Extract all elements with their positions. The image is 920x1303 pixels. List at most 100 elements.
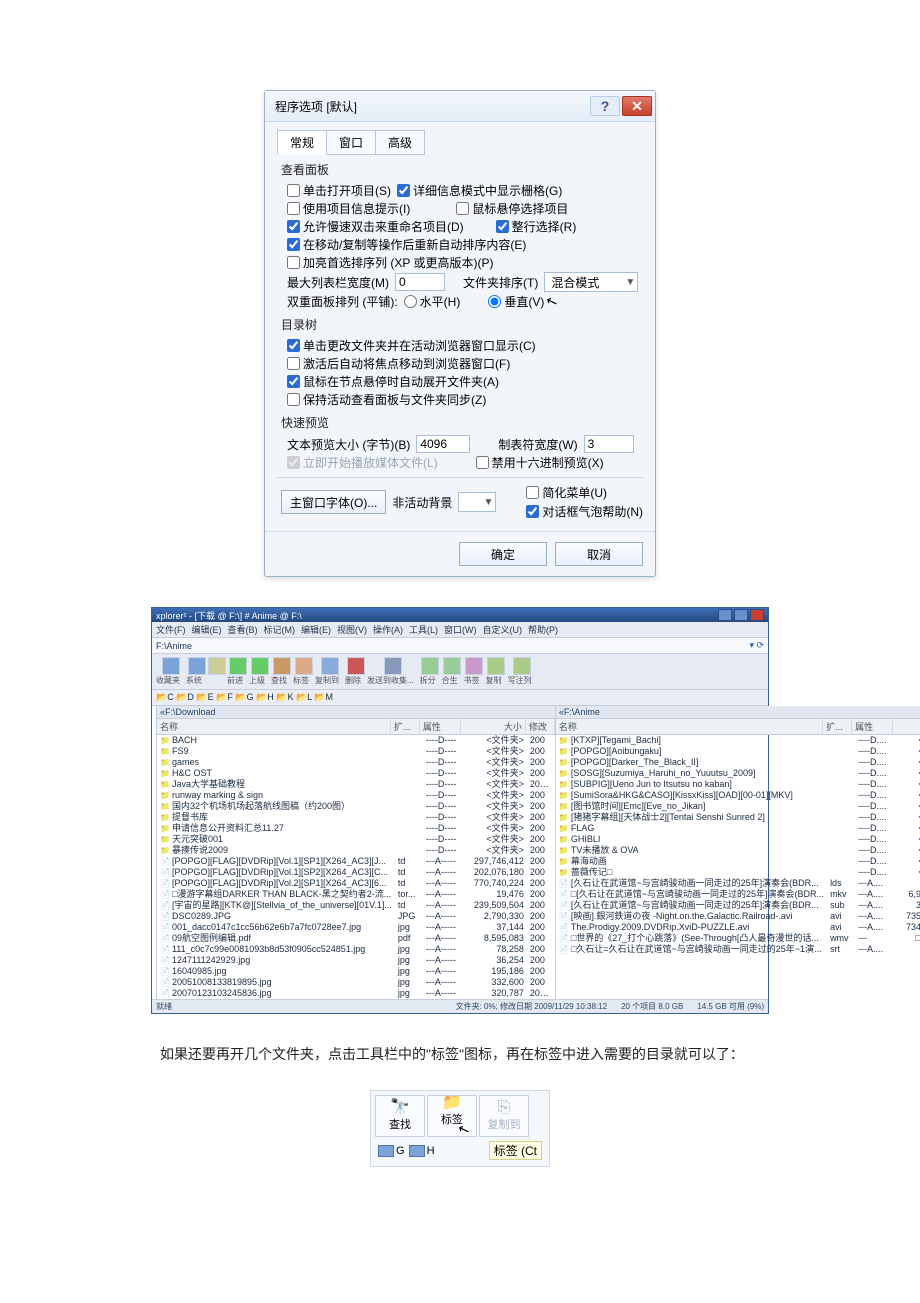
right-pane-header[interactable]: 名称 扩... 属性 大小 修改 [556, 719, 920, 735]
chk-tree-focus-activate[interactable]: 激活后自动将焦点移动到浏览器窗口(F) [287, 355, 510, 372]
tab-general[interactable]: 常规 [277, 130, 327, 155]
toolbar-button[interactable] [273, 657, 291, 675]
table-row[interactable]: 申请信息公开资料汇总11.27----D----<文件夹>200 [157, 823, 555, 834]
table-row[interactable]: 001_dacc0147c1cc56b62e6b7a7fc0728ee7.jpg… [157, 922, 555, 933]
menu-item[interactable]: 查看(B) [228, 625, 258, 635]
chk-highlight-first-col[interactable]: 加亮首选排序列 (XP 或更高版本)(P) [287, 254, 493, 271]
help-icon[interactable]: ? [590, 96, 620, 116]
table-row[interactable]: □漫游字幕组DARKER THAN BLACK-黑之契约者2-流...tor..… [157, 889, 555, 900]
table-row[interactable]: [宇宙的星路][KTK@][Stellvia_of_the_universe][… [157, 900, 555, 911]
btn-find[interactable]: 🔭 查找 [375, 1095, 425, 1137]
toolbar-button[interactable] [384, 657, 402, 675]
menu-item[interactable]: 自定义(U) [483, 625, 523, 635]
dropdown-icon[interactable]: ▾ ⟳ [749, 640, 764, 651]
table-row[interactable]: GHIBLI----D....<文件夹>200 [556, 834, 920, 845]
table-row[interactable]: 09航空图例编辑.pdfpdf---A-----8,595,083200 [157, 933, 555, 944]
left-pane-header[interactable]: 名称 扩... 属性 大小 修改 [157, 719, 555, 735]
input-text-preview-size[interactable] [416, 435, 470, 453]
table-row[interactable]: 20070123103245836.jpgjpg---A-----320,787… [157, 988, 555, 999]
table-row[interactable]: TV未播放 & OVA----D....<文件夹>200 [556, 845, 920, 856]
table-row[interactable]: [POPGO][FLAG][DVDRip][Vol.1][SP2][X264_A… [157, 867, 555, 878]
table-row[interactable]: 1247111242929.jpgjpg---A-----36,254200 [157, 955, 555, 966]
table-row[interactable]: BACH----D----<文件夹>200 [157, 735, 555, 746]
table-row[interactable]: 111_c0c7c99e0081093b8d53f0905cc524851.jp… [157, 944, 555, 955]
toolbar-button[interactable] [443, 657, 461, 675]
table-row[interactable]: [POPGO][Darker_The_Black_II]----D....<文件… [556, 757, 920, 768]
table-row[interactable]: 提督书库----D----<文件夹>200 [157, 812, 555, 823]
fm-address-path[interactable]: F:\Anime [156, 641, 192, 651]
table-row[interactable]: □久石让=久石让在武道馆~与宫崎骏动画一同走过的25年~1演...srt---A… [556, 944, 920, 955]
toolbar-button[interactable] [208, 657, 226, 675]
toolbar-button[interactable] [251, 657, 269, 675]
close-icon[interactable]: ✕ [622, 96, 652, 116]
menu-item[interactable]: 标记(M) [264, 625, 296, 635]
input-tab-width[interactable] [584, 435, 634, 453]
chk-balloon-help[interactable]: 对话框气泡帮助(N) [526, 503, 643, 520]
toolbar-button[interactable] [321, 657, 339, 675]
table-row[interactable]: [SOSG][Suzumiya_Haruhi_no_Yuuutsu_2009]-… [556, 768, 920, 779]
table-row[interactable]: runway marking & sign----D----<文件夹>200 [157, 790, 555, 801]
btn-ok[interactable]: 确定 [459, 542, 547, 566]
table-row[interactable]: [POPGO][FLAG][DVDRip][Vol.2][SP1][X264_A… [157, 878, 555, 889]
toolbar-button[interactable] [421, 657, 439, 675]
toolbar-button[interactable] [162, 657, 180, 675]
btn-cancel[interactable]: 取消 [555, 542, 643, 566]
table-row[interactable]: [POPGO][Aoibungaku]----D....<文件夹>200 [556, 746, 920, 757]
fm-drive-bar[interactable]: 📂C 📂D 📂E 📂F 📂G 📂H 📂K 📂L 📂M [152, 690, 768, 706]
combo-folder-sort[interactable]: 混合模式 ▼ [544, 272, 638, 292]
table-row[interactable]: DSC0289.JPGJPG---A-----2,790,330200 [157, 911, 555, 922]
table-row[interactable]: [映画].銀河鉄道の夜 -Night.on.the.Galactic.Railr… [556, 911, 920, 922]
menu-item[interactable]: 编辑(E) [192, 625, 222, 635]
combo-inactive-bg[interactable]: ▼ [458, 492, 496, 512]
chk-full-row-select[interactable]: 整行选择(R) [496, 218, 577, 235]
maximize-icon[interactable] [734, 609, 748, 621]
table-row[interactable]: 国内32个机场机场起落航线图稿（约200图）----D----<文件夹>200 [157, 801, 555, 812]
chk-detail-grid[interactable]: 详细信息模式中显示栅格(G) [397, 182, 562, 199]
drive-h[interactable]: H [409, 1145, 435, 1157]
table-row[interactable]: 幕海动画----D....<文件夹>200 [556, 856, 920, 867]
tab-advanced[interactable]: 高级 [376, 130, 425, 155]
right-pane-tab[interactable]: «F:\Anime [556, 706, 920, 719]
table-row[interactable]: [SumiSora&HKG&CASO][KissxKiss][OAD][00-0… [556, 790, 920, 801]
table-row[interactable]: H&C OST----D----<文件夹>200 [157, 768, 555, 779]
menu-item[interactable]: 编辑(E) [301, 625, 331, 635]
table-row[interactable]: 天元突破001----D----<文件夹>200 [157, 834, 555, 845]
chk-slow-dbl-rename[interactable]: 允许慢速双击来重命名项目(D) [287, 218, 464, 235]
table-row[interactable]: [SUBPIG][Ueno Juri to Itsutsu no kaban]-… [556, 779, 920, 790]
table-row[interactable]: [KTXP][Tegami_Bachi]----D....<文件夹>200 [556, 735, 920, 746]
table-row[interactable]: □[久石让在武道馆~与宫崎骏动画一同走过的25年]演奏会(BDR...mkv--… [556, 889, 920, 900]
tab-window[interactable]: 窗口 [327, 130, 376, 155]
table-row[interactable]: Java大学基础教程----D----<文件夹>200 F [157, 779, 555, 790]
table-row[interactable]: The.Prodigy.2009.DVDRip.XviD-PUZZLE.avia… [556, 922, 920, 933]
toolbar-button[interactable] [487, 657, 505, 675]
chk-tree-click-change[interactable]: 单击更改文件夹并在活动浏览器窗口显示(C) [287, 337, 536, 354]
table-row[interactable]: FS9----D----<文件夹>200 [157, 746, 555, 757]
menu-item[interactable]: 文件(F) [156, 625, 186, 635]
input-max-col-width[interactable] [395, 273, 445, 291]
toolbar-button[interactable] [513, 657, 531, 675]
btn-copy-to[interactable]: ⎘ 复制到 [479, 1095, 529, 1137]
btn-tabs[interactable]: 📁 标签 ↖ [427, 1095, 477, 1137]
toolbar-button[interactable] [188, 657, 206, 675]
minimize-icon[interactable] [718, 609, 732, 621]
table-row[interactable]: [猪猪字幕组][天体战士2][Tentai Senshi Sunred 2]--… [556, 812, 920, 823]
table-row[interactable]: games----D----<文件夹>200 [157, 757, 555, 768]
toolbar-button[interactable] [347, 657, 365, 675]
table-row[interactable]: 20051008133819895.jpgjpg---A-----332,600… [157, 977, 555, 988]
table-row[interactable]: [久石让在武道馆~与宫崎骏动画一同走过的25年]演奏会(BDR...sub---… [556, 900, 920, 911]
chk-tree-auto-expand[interactable]: 鼠标在节点悬停时自动展开文件夹(A) [287, 373, 499, 390]
chk-disable-hex[interactable]: 禁用十六进制预览(X) [476, 454, 604, 471]
toolbar-button[interactable] [229, 657, 247, 675]
chk-play-media-now[interactable]: 立即开始播放媒体文件(L) [287, 454, 438, 471]
table-row[interactable]: [POPGO][FLAG][DVDRip][Vol.1][SP1][X264_A… [157, 856, 555, 867]
table-row[interactable]: 16040985.jpgjpg---A-----195,186200 [157, 966, 555, 977]
chk-single-click-open[interactable]: 单击打开项目(S) [287, 182, 391, 199]
menu-item[interactable]: 工具(L) [409, 625, 438, 635]
left-pane-tab[interactable]: «F:\Download [157, 706, 555, 719]
chk-hover-select[interactable]: 鼠标悬停选择项目 [456, 200, 568, 217]
btn-main-font[interactable]: 主窗口字体(O)... [281, 490, 386, 514]
chk-info-tip[interactable]: 使用项目信息提示(I) [287, 200, 410, 217]
table-row[interactable]: [久石让在武道馆~与宫崎骏动画一同走过的25年]演奏会(BDR...lds---… [556, 878, 920, 889]
close-icon[interactable] [750, 609, 764, 621]
radio-dual-horizontal[interactable]: 水平(H) [404, 293, 461, 310]
